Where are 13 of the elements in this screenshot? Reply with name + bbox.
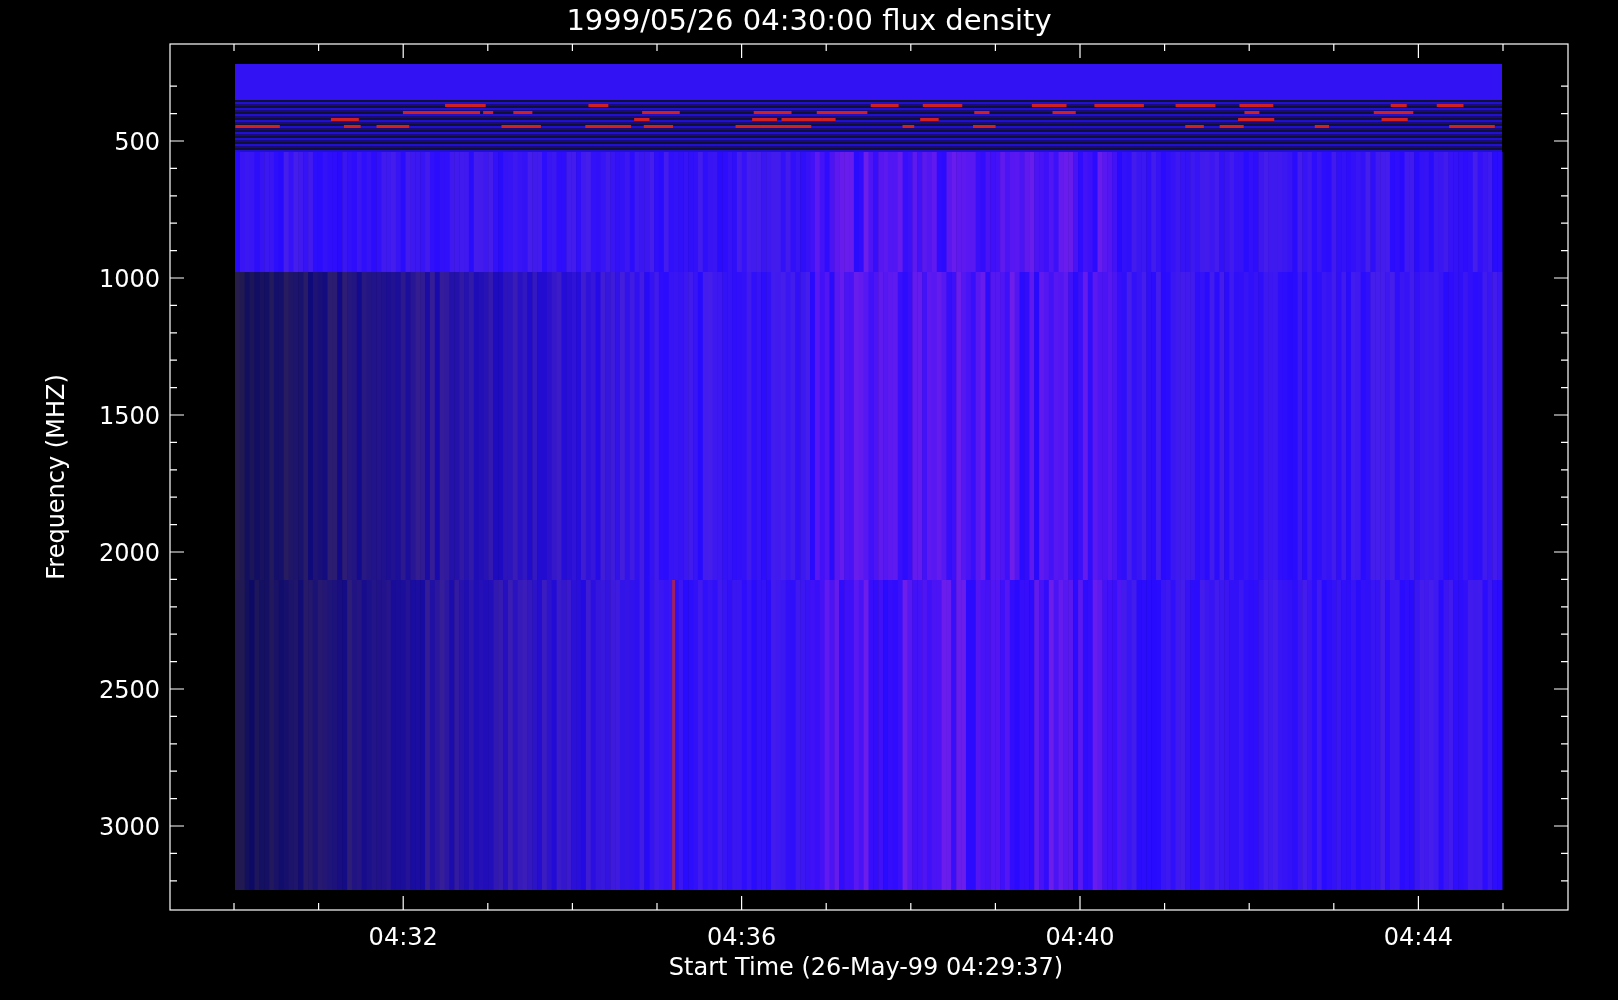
plot-title: 1999/05/26 04:30:00 flux density (566, 3, 1052, 37)
y-tick-label: 2000 (98, 539, 160, 567)
x-tick-label: 04:36 (707, 923, 777, 951)
y-tick-label: 1000 (98, 265, 160, 293)
y-tick-label: 3000 (98, 813, 160, 841)
x-tick-label: 04:40 (1045, 923, 1115, 951)
y-tick-label: 2500 (98, 676, 160, 704)
y-tick-label: 500 (114, 128, 160, 156)
x-axis-label: Start Time (26-May-99 04:29:37) (668, 953, 1064, 981)
x-tick-label: 04:32 (368, 923, 438, 951)
x-tick-label: 04:44 (1383, 923, 1453, 951)
y-tick-label: 1500 (98, 402, 160, 430)
y-axis-label: Frequency (MHZ) (42, 374, 70, 580)
